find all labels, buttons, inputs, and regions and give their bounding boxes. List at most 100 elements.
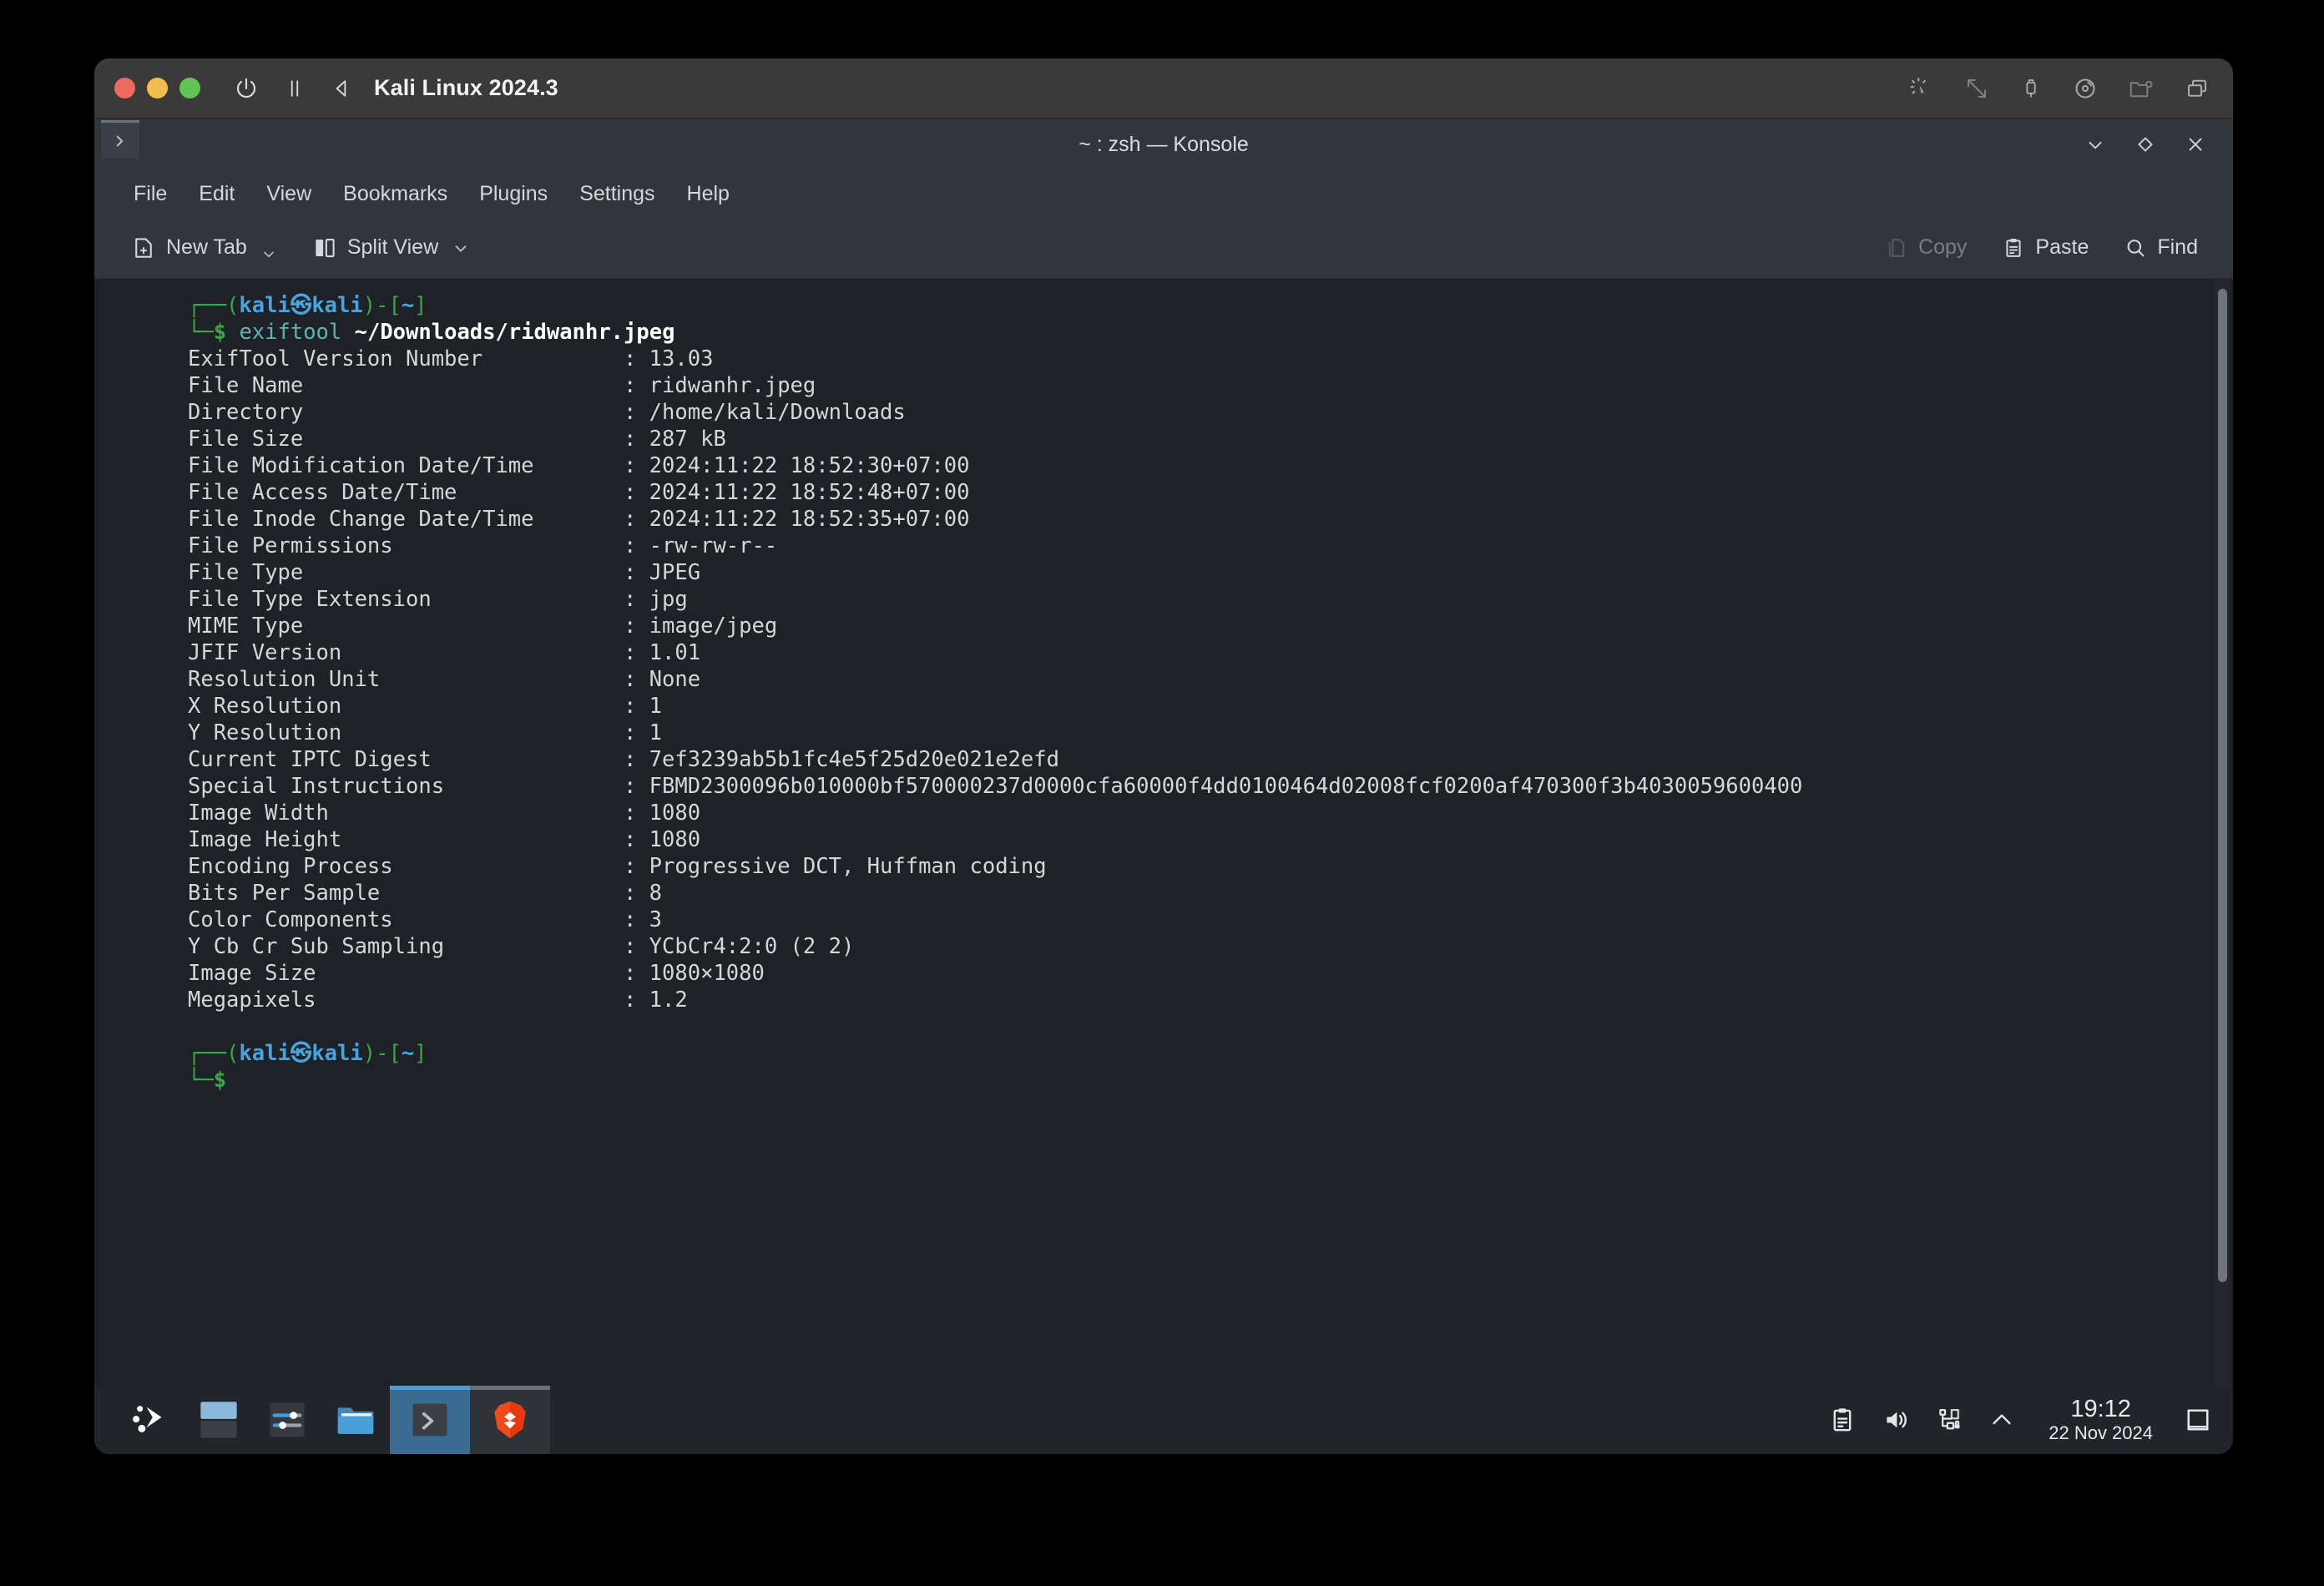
konsole-window-title: ~ : zsh — Konsole	[1079, 132, 1249, 156]
toolbar-right-group: Copy Paste Find	[1877, 229, 2206, 266]
split-view-label: Split View	[346, 235, 439, 259]
konsole-window-controls	[2084, 134, 2233, 155]
windows-icon[interactable]	[2185, 76, 2210, 101]
resize-icon[interactable]	[1964, 76, 1989, 101]
exif-row: File Modification Date/Time : 2024:11:22…	[188, 453, 970, 478]
vm-titlebar: Kali Linux 2024.3	[94, 58, 2233, 119]
vm-traffic-lights	[114, 78, 200, 98]
shared-folder-icon[interactable]	[2128, 76, 2155, 101]
exif-row: File Inode Change Date/Time : 2024:11:22…	[188, 507, 970, 532]
exif-row: Resolution Unit : None	[188, 667, 701, 692]
system-tray: 19:12 22 Nov 2024	[1828, 1396, 2218, 1443]
zoom-window-button[interactable]	[179, 78, 200, 98]
menu-file[interactable]: File	[118, 177, 183, 211]
kali-desktop: ~ : zsh — Konsole File Edit View Bookmar…	[94, 119, 2233, 1454]
exif-row: Image Height : 1080	[188, 827, 701, 852]
terminal-area[interactable]: ┌──(kali㉿kali)-[~] └─$ exiftool ~/Downloa…	[94, 279, 2233, 1386]
taskbar-window-brave[interactable]	[470, 1386, 550, 1454]
clock[interactable]: 19:12 22 Nov 2024	[2049, 1396, 2153, 1443]
paste-label: Paste	[2035, 235, 2089, 259]
close-icon[interactable]	[2185, 134, 2206, 155]
find-button[interactable]: Find	[2115, 229, 2206, 266]
menu-edit[interactable]: Edit	[183, 177, 250, 211]
vm-toolbar-icons	[1909, 76, 2210, 101]
shell-command-line: └─$ exiftool ~/Downloads/ridwanhr.jpeg	[188, 320, 675, 345]
exif-row: Current IPTC Digest : 7ef3239ab5b1fc4e5f…	[188, 747, 1059, 772]
exif-row: Bits Per Sample : 8	[188, 881, 663, 906]
workspace-switcher-button[interactable]	[184, 1386, 253, 1454]
menubar: File Edit View Bookmarks Plugins Setting…	[94, 170, 2233, 217]
find-label: Find	[2157, 235, 2198, 259]
exif-row: ExifTool Version Number : 13.03	[188, 346, 714, 371]
copy-label: Copy	[1918, 235, 1968, 259]
new-tab-icon	[131, 235, 156, 260]
menu-settings[interactable]: Settings	[563, 177, 670, 211]
terminal-icon	[109, 130, 131, 152]
chevron-down-icon[interactable]	[452, 239, 470, 257]
new-tab-label: New Tab	[166, 235, 247, 259]
exif-row: Encoding Process : Progressive DCT, Huff…	[188, 854, 1047, 879]
show-desktop-icon[interactable]	[2183, 1405, 2213, 1435]
tab-strip	[94, 119, 139, 170]
disc-icon[interactable]	[2073, 76, 2098, 101]
taskbar: 19:12 22 Nov 2024	[94, 1386, 2233, 1454]
shell-command-line: └─$	[188, 1068, 227, 1093]
terminal-scrollbar[interactable]	[2215, 279, 2230, 1386]
scrollbar-thumb[interactable]	[2218, 289, 2227, 1282]
pause-icon[interactable]	[284, 77, 306, 100]
usb-icon[interactable]	[2019, 76, 2043, 101]
exif-row: X Resolution : 1	[188, 694, 663, 719]
tab-zsh[interactable]	[101, 120, 139, 159]
exif-row: File Permissions : -rw-rw-r--	[188, 533, 778, 558]
exif-row: File Name : ridwanhr.jpeg	[188, 373, 816, 398]
menu-plugins[interactable]: Plugins	[463, 177, 563, 211]
taskbar-launchers	[116, 1386, 550, 1454]
shell-prompt-line: ┌──(kali㉿kali)-[~]	[188, 1041, 427, 1066]
terminal-output[interactable]: ┌──(kali㉿kali)-[~] └─$ exiftool ~/Downloa…	[94, 279, 2215, 1386]
clock-date: 22 Nov 2024	[2049, 1422, 2153, 1443]
split-view-button[interactable]: Split View	[304, 229, 478, 267]
volume-icon[interactable]	[1882, 1406, 1910, 1434]
menu-bookmarks[interactable]: Bookmarks	[327, 177, 463, 211]
exif-row: File Type Extension : jpg	[188, 587, 688, 612]
kali-dragon-icon	[128, 1396, 173, 1445]
exif-row: File Type : JPEG	[188, 560, 701, 585]
chevron-down-icon[interactable]	[260, 234, 277, 262]
pointer-icon[interactable]	[1909, 76, 1934, 101]
power-icon[interactable]	[234, 76, 259, 101]
minimize-window-button[interactable]	[147, 78, 168, 98]
exif-row: Y Resolution : 1	[188, 720, 663, 745]
virtual-machine-window: Kali Linux 2024.3 ~: zsh — Konsole File…	[94, 58, 2233, 1454]
exif-row: Image Size : 1080×1080	[188, 961, 765, 986]
vm-title: Kali Linux 2024.3	[374, 75, 558, 100]
exif-row: Directory : /home/kali/Downloads	[188, 400, 906, 425]
copy-button[interactable]: Copy	[1877, 229, 1975, 266]
exif-row: Color Components : 3	[188, 907, 663, 932]
exif-row: JFIF Version : 1.01	[188, 640, 701, 665]
split-view-icon	[312, 235, 337, 260]
paste-icon	[2002, 236, 2025, 260]
search-icon	[2124, 236, 2147, 260]
exif-row: Y Cb Cr Sub Sampling : YCbCr4:2:0 (2 2)	[188, 934, 855, 959]
kali-menu-button[interactable]	[116, 1386, 184, 1454]
konsole-titlebar: ~ : zsh — Konsole	[94, 119, 2233, 170]
settings-button[interactable]	[253, 1386, 321, 1454]
maximize-icon[interactable]	[2135, 134, 2156, 155]
close-window-button[interactable]	[114, 78, 135, 98]
network-lock-icon[interactable]	[1935, 1406, 1963, 1434]
menu-view[interactable]: View	[250, 177, 327, 211]
exif-row: MIME Type : image/jpeg	[188, 614, 778, 639]
back-icon[interactable]	[331, 77, 352, 100]
new-tab-button[interactable]: New Tab	[123, 227, 285, 269]
copy-icon	[1885, 236, 1908, 260]
taskbar-window-konsole[interactable]	[390, 1386, 470, 1454]
chevron-up-icon[interactable]	[1988, 1407, 2015, 1433]
exif-row: Megapixels : 1.2	[188, 987, 688, 1013]
paste-button[interactable]: Paste	[1993, 229, 2097, 266]
minimize-icon[interactable]	[2084, 134, 2106, 155]
clipboard-icon[interactable]	[1828, 1406, 1857, 1434]
menu-help[interactable]: Help	[671, 177, 745, 211]
file-manager-button[interactable]	[321, 1386, 390, 1454]
exif-row: File Access Date/Time : 2024:11:22 18:52…	[188, 480, 970, 505]
